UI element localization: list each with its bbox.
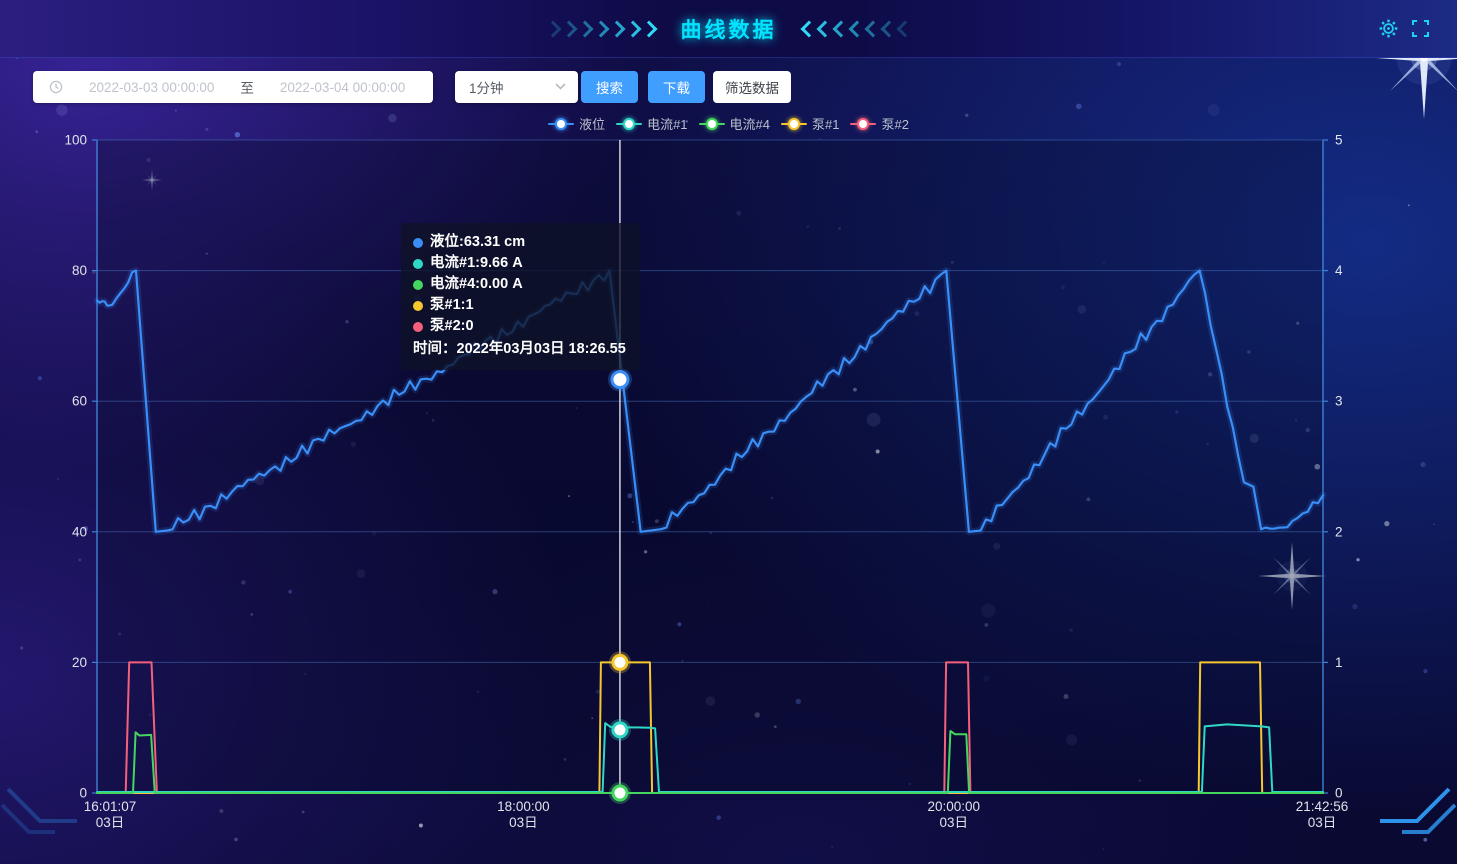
series-color-dot <box>413 238 423 248</box>
gear-icon[interactable] <box>1379 19 1398 38</box>
header-bar: 曲线数据 <box>0 0 1457 58</box>
chevrons-right-decoration <box>547 23 655 35</box>
y-left-tick-label: 40 <box>72 524 87 539</box>
legend-item-0[interactable]: 液位 <box>548 114 605 133</box>
date-separator: 至 <box>240 77 254 97</box>
page-title: 曲线数据 <box>681 14 777 44</box>
legend-label: 电流#4 <box>730 114 770 133</box>
legend-label: 液位 <box>579 114 605 133</box>
tooltip-row: 电流#4:0.00 A <box>413 274 626 295</box>
chevrons-left-decoration <box>803 23 911 35</box>
search-button[interactable]: 搜索 <box>581 71 638 103</box>
x-tick-label: 16:01:0703日 <box>84 799 137 830</box>
chart-tooltip: 液位:63.31 cm电流#1:9.66 A电流#4:0.00 A泵#1:1泵#… <box>401 223 640 370</box>
legend-marker-icon <box>699 118 725 130</box>
y-right-tick-label: 5 <box>1335 133 1343 148</box>
chevron-down-icon <box>555 83 566 90</box>
y-left-tick-label: 60 <box>72 394 87 409</box>
series-color-dot <box>413 301 423 311</box>
series-color-dot <box>413 259 423 269</box>
legend-label: 电流#1 <box>647 114 687 133</box>
filter-data-button[interactable]: 筛选数据 <box>713 71 791 103</box>
y-left-tick-label: 100 <box>64 133 87 148</box>
interval-select[interactable]: 1分钟 <box>455 71 578 103</box>
legend-item-2[interactable]: 电流#4 <box>699 114 770 133</box>
curve-data-dashboard: { "header": { "title": "曲线数据", "icons": … <box>0 0 1457 864</box>
x-tick-label: 21:42:5603日 <box>1296 799 1349 830</box>
tooltip-row: 泵#2:0 <box>413 316 626 337</box>
clock-icon <box>49 80 63 94</box>
tooltip-row: 电流#1:9.66 A <box>413 253 626 274</box>
crosshair-marker <box>613 655 627 669</box>
download-button[interactable]: 下载 <box>648 71 705 103</box>
tooltip-row: 液位:63.31 cm <box>413 232 626 253</box>
legend-marker-icon <box>781 118 807 130</box>
y-left-tick-label: 20 <box>72 655 87 670</box>
series-color-dot <box>413 280 423 290</box>
date-range-input[interactable]: 2022-03-03 00:00:00 至 2022-03-04 00:00:0… <box>33 71 433 103</box>
crosshair-marker <box>612 372 628 388</box>
crosshair-marker <box>613 786 627 800</box>
legend-item-1[interactable]: 电流#1 <box>616 114 687 133</box>
legend-item-3[interactable]: 泵#1 <box>781 114 839 133</box>
fullscreen-icon[interactable] <box>1412 20 1429 37</box>
legend-marker-icon <box>616 118 642 130</box>
legend-label: 泵#1 <box>812 114 839 133</box>
legend-marker-icon <box>548 118 574 130</box>
x-tick-label: 18:00:0003日 <box>497 799 550 830</box>
crosshair-marker <box>613 723 627 737</box>
legend-label: 泵#2 <box>881 114 908 133</box>
y-right-tick-label: 4 <box>1335 263 1343 278</box>
chart-legend: 液位 电流#1 电流#4 泵#1 泵#2 <box>0 114 1457 133</box>
y-right-tick-label: 1 <box>1335 655 1343 670</box>
series-color-dot <box>413 322 423 332</box>
tooltip-time: 时间：2022年03月03日 18:26.55 <box>413 339 626 360</box>
tooltip-row: 泵#1:1 <box>413 295 626 316</box>
y-right-tick-label: 3 <box>1335 394 1343 409</box>
legend-marker-icon <box>850 118 876 130</box>
legend-item-4[interactable]: 泵#2 <box>850 114 908 133</box>
date-end-value[interactable]: 2022-03-04 00:00:00 <box>280 80 405 95</box>
x-tick-label: 20:00:0003日 <box>928 799 981 830</box>
date-start-value[interactable]: 2022-03-03 00:00:00 <box>89 80 214 95</box>
y-left-tick-label: 80 <box>72 263 87 278</box>
interval-selected-value: 1分钟 <box>469 77 504 97</box>
y-right-tick-label: 2 <box>1335 524 1343 539</box>
